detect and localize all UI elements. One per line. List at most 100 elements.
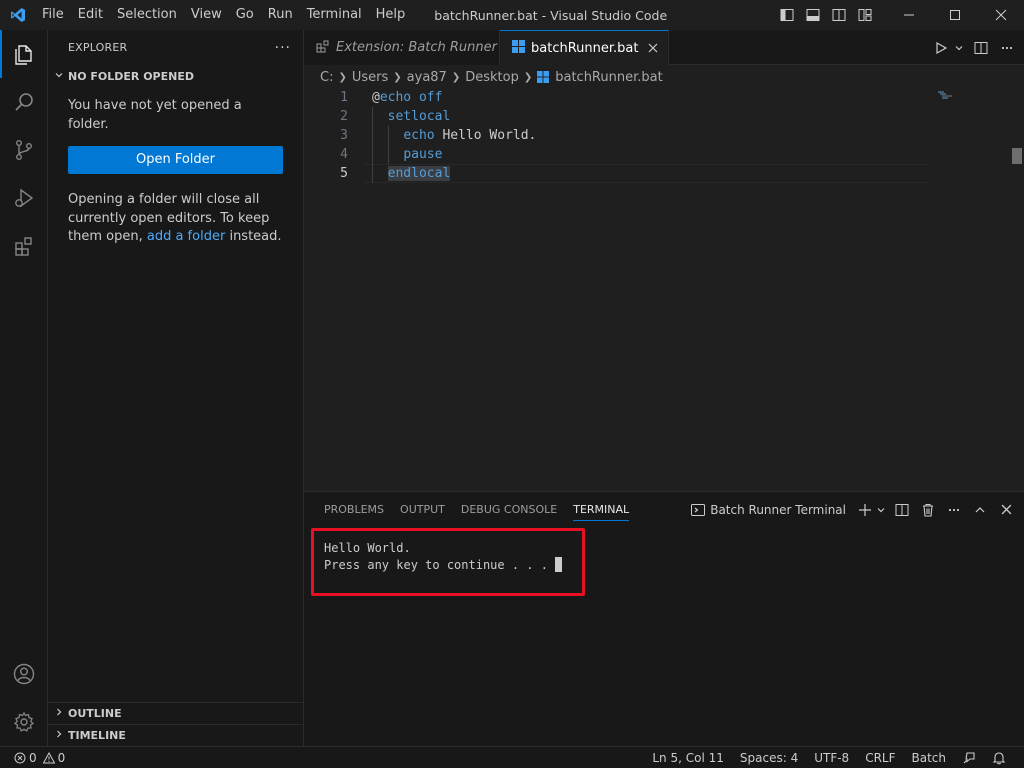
code-line[interactable]: echo Hello World. bbox=[372, 126, 536, 145]
terminal-line-text: Press any key to continue . . . bbox=[324, 558, 556, 572]
timeline-section-header[interactable]: TIMELINE bbox=[48, 724, 303, 746]
code-line[interactable]: @echo off bbox=[372, 88, 536, 107]
chevron-right-icon bbox=[54, 729, 68, 742]
terminal-dropdown-chevron-icon[interactable] bbox=[874, 498, 888, 522]
breadcrumb-item[interactable]: batchRunner.bat bbox=[555, 70, 662, 85]
toggle-secondary-sidebar-icon[interactable] bbox=[826, 0, 852, 30]
sidebar-title: EXPLORER bbox=[68, 41, 128, 54]
activity-bar bbox=[0, 30, 48, 746]
line-number: 1 bbox=[340, 90, 348, 105]
code-token: echo bbox=[403, 128, 435, 143]
run-debug-icon[interactable] bbox=[0, 174, 48, 222]
language-mode[interactable]: Batch bbox=[904, 751, 955, 765]
window-title: batchRunner.bat - Visual Studio Code bbox=[434, 7, 668, 23]
tab-label: batchRunner.bat bbox=[531, 41, 639, 56]
breadcrumb-item[interactable]: Users bbox=[352, 70, 388, 85]
line-number: 4 bbox=[340, 147, 348, 162]
terminal-icon bbox=[691, 503, 706, 517]
more-actions-icon[interactable] bbox=[942, 498, 966, 522]
close-tab-icon[interactable] bbox=[648, 41, 658, 57]
panel-tab-problems[interactable]: PROBLEMS bbox=[324, 492, 384, 527]
panel-tab-debug-console[interactable]: DEBUG CONSOLE bbox=[461, 492, 557, 527]
code-lines[interactable]: @echo off setlocal echo Hello World. pau… bbox=[372, 88, 536, 183]
terminal-line: Hello World. bbox=[324, 541, 411, 555]
menu-file[interactable]: File bbox=[35, 0, 71, 30]
cursor-position[interactable]: Ln 5, Col 11 bbox=[644, 751, 732, 765]
menu-selection[interactable]: Selection bbox=[110, 0, 184, 30]
run-dropdown-chevron-icon[interactable] bbox=[952, 37, 966, 59]
accounts-icon[interactable] bbox=[0, 650, 48, 698]
search-icon[interactable] bbox=[0, 78, 48, 126]
code-line[interactable]: pause bbox=[372, 145, 536, 164]
vscode-logo-icon bbox=[0, 0, 35, 30]
menu-terminal[interactable]: Terminal bbox=[300, 0, 369, 30]
bottom-panel: PROBLEMS OUTPUT DEBUG CONSOLE TERMINAL Batc… bbox=[304, 491, 1024, 746]
menu-help[interactable]: Help bbox=[369, 0, 413, 30]
no-folder-section-header[interactable]: NO FOLDER OPENED bbox=[48, 65, 303, 87]
warning-count: 0 bbox=[57, 750, 66, 765]
terminal-name: Batch Runner Terminal bbox=[710, 502, 846, 517]
trash-icon[interactable] bbox=[916, 498, 940, 522]
outline-section-header[interactable]: OUTLINE bbox=[48, 702, 303, 724]
breadcrumb: C: ❯ Users ❯ aya87 ❯ Desktop ❯ batchRunn… bbox=[304, 66, 1024, 88]
menu-go[interactable]: Go bbox=[229, 0, 261, 30]
close-panel-icon[interactable] bbox=[994, 498, 1018, 522]
toggle-primary-sidebar-icon[interactable] bbox=[774, 0, 800, 30]
close-window-icon[interactable] bbox=[978, 0, 1024, 30]
terminal-output[interactable]: Hello World. Press any key to continue .… bbox=[324, 540, 563, 574]
panel-tab-output[interactable]: OUTPUT bbox=[400, 492, 445, 527]
menu-run[interactable]: Run bbox=[261, 0, 300, 30]
feedback-icon[interactable] bbox=[954, 751, 984, 765]
minimize-icon[interactable] bbox=[886, 0, 932, 30]
add-folder-link[interactable]: add a folder bbox=[147, 229, 225, 244]
editor-scrollbar-marker[interactable] bbox=[1012, 148, 1022, 164]
minimap[interactable] bbox=[938, 88, 958, 99]
no-folder-message: You have not yet opened a folder. bbox=[68, 98, 242, 132]
line-numbers: 1 2 3 4 5 bbox=[304, 88, 348, 183]
chevron-right-icon: ❯ bbox=[523, 71, 533, 83]
toggle-panel-icon[interactable] bbox=[800, 0, 826, 30]
menu-view[interactable]: View bbox=[184, 0, 229, 30]
run-file-icon[interactable] bbox=[930, 37, 952, 59]
split-editor-icon[interactable] bbox=[970, 37, 992, 59]
breadcrumb-item[interactable]: C: bbox=[320, 70, 333, 85]
tab-batchrunner-bat[interactable]: batchRunner.bat bbox=[500, 30, 670, 66]
windows-file-icon bbox=[537, 71, 550, 83]
breadcrumb-item[interactable]: Desktop bbox=[465, 70, 519, 85]
code-token: echo off bbox=[379, 90, 443, 105]
problems-status[interactable]: 0 0 bbox=[0, 751, 65, 765]
explorer-icon[interactable] bbox=[0, 30, 48, 78]
menu-edit[interactable]: Edit bbox=[71, 0, 110, 30]
customize-layout-icon[interactable] bbox=[852, 0, 878, 30]
explorer-sidebar: EXPLORER ··· NO FOLDER OPENED You have n… bbox=[48, 30, 304, 746]
editor-tabs: Extension: Batch Runner batchRunner.bat bbox=[304, 30, 1024, 66]
tab-extension-batch-runner[interactable]: Extension: Batch Runner bbox=[304, 30, 500, 65]
maximize-icon[interactable] bbox=[932, 0, 978, 30]
info-suffix: instead. bbox=[229, 229, 282, 244]
end-of-line[interactable]: CRLF bbox=[857, 751, 903, 765]
no-folder-section-label: NO FOLDER OPENED bbox=[68, 69, 194, 83]
open-folder-button[interactable]: Open Folder bbox=[68, 146, 283, 174]
code-token: endlocal bbox=[387, 166, 451, 181]
code-line[interactable]: setlocal bbox=[372, 107, 536, 126]
maximize-panel-chevron-up-icon[interactable] bbox=[968, 498, 992, 522]
new-terminal-plus-icon[interactable] bbox=[856, 498, 874, 522]
terminal-selector[interactable]: Batch Runner Terminal bbox=[691, 503, 846, 517]
timeline-label: TIMELINE bbox=[68, 729, 126, 742]
code-line[interactable]: endlocal bbox=[372, 164, 536, 183]
manage-gear-icon[interactable] bbox=[0, 698, 48, 746]
split-terminal-icon[interactable] bbox=[890, 498, 914, 522]
breadcrumb-item[interactable]: aya87 bbox=[407, 70, 447, 85]
code-editor[interactable]: 1 2 3 4 5 @echo off setlocal echo Hello Worl… bbox=[304, 88, 1024, 491]
more-actions-icon[interactable] bbox=[996, 37, 1018, 59]
notifications-bell-icon[interactable] bbox=[984, 751, 1014, 765]
source-control-icon[interactable] bbox=[0, 126, 48, 174]
encoding[interactable]: UTF-8 bbox=[806, 751, 857, 765]
code-token: Hello World. bbox=[434, 128, 537, 143]
panel-tab-terminal[interactable]: TERMINAL bbox=[573, 492, 629, 527]
extensions-icon[interactable] bbox=[0, 222, 48, 270]
indentation[interactable]: Spaces: 4 bbox=[732, 751, 806, 765]
more-actions-icon[interactable]: ··· bbox=[275, 40, 291, 56]
